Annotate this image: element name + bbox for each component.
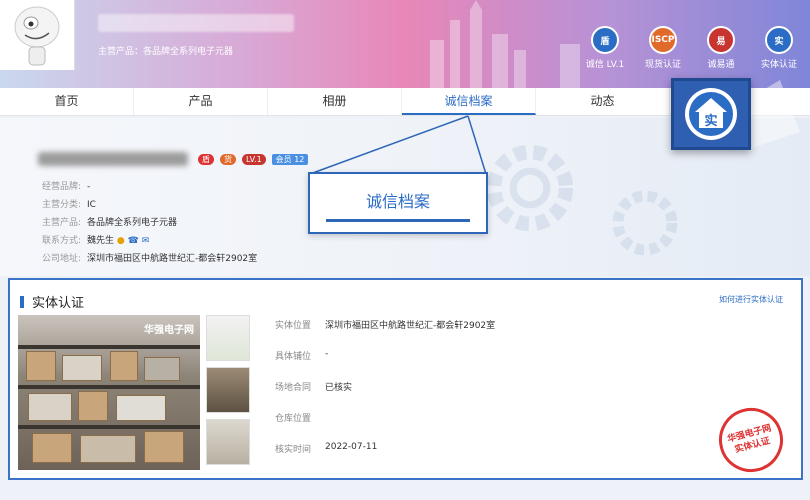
detail-label: 核实时间 bbox=[275, 445, 312, 455]
callout-label: 诚信档案 bbox=[365, 192, 430, 211]
certification-details: 实体位置 深圳市福田区中航路世纪汇-都会轩2902室 具体铺位 - 场地合同 已核实 … bbox=[275, 318, 495, 473]
detail-row: 具体铺位 - bbox=[275, 349, 495, 380]
how-to-certify-link[interactable]: 如何进行实体认证 bbox=[719, 294, 783, 305]
thumbnail-2[interactable] bbox=[206, 367, 250, 413]
detail-value: 2022-07-11 bbox=[325, 442, 378, 452]
detail-label: 实体位置 bbox=[275, 321, 312, 331]
detail-row: 核实时间 2022-07-11 bbox=[275, 442, 495, 473]
stamp-text: 华强电子网 实体认证 bbox=[726, 423, 773, 456]
detail-label: 场地合同 bbox=[275, 383, 312, 393]
detail-label: 仓库位置 bbox=[275, 414, 312, 424]
detail-value: 已核实 bbox=[325, 383, 353, 393]
detail-value: - bbox=[325, 349, 329, 359]
credit-file-callout: 诚信档案 bbox=[308, 172, 488, 234]
callout-underline bbox=[326, 219, 470, 222]
header-bar-icon bbox=[20, 295, 24, 308]
zoom-label: 实 bbox=[704, 113, 717, 129]
photo-watermark: 华强电子网 bbox=[144, 325, 194, 336]
detail-row: 仓库位置 bbox=[275, 411, 495, 442]
detail-row: 场地合同 已核实 bbox=[275, 380, 495, 411]
detail-value: 深圳市福田区中航路世纪汇-都会轩2902室 bbox=[325, 321, 496, 331]
warehouse-photo[interactable]: 华强电子网 bbox=[18, 315, 200, 470]
detail-label: 具体铺位 bbox=[275, 352, 312, 362]
detail-row: 实体位置 深圳市福田区中航路世纪汇-都会轩2902室 bbox=[275, 318, 495, 349]
certification-stamp: 华强电子网 实体认证 bbox=[711, 400, 791, 480]
entity-zoom-badge: 实 bbox=[671, 78, 751, 150]
thumbnail-3[interactable] bbox=[206, 419, 250, 465]
entity-certification-card: 实体认证 如何进行实体认证 华强电子网 实体位置 深圳市福田区中航路世纪汇-都会轩… bbox=[8, 278, 803, 480]
thumbnail-1[interactable] bbox=[206, 315, 250, 361]
card-header: 实体认证 bbox=[20, 292, 84, 311]
card-title: 实体认证 bbox=[32, 296, 85, 311]
entity-house-large-icon: 实 bbox=[685, 88, 737, 140]
